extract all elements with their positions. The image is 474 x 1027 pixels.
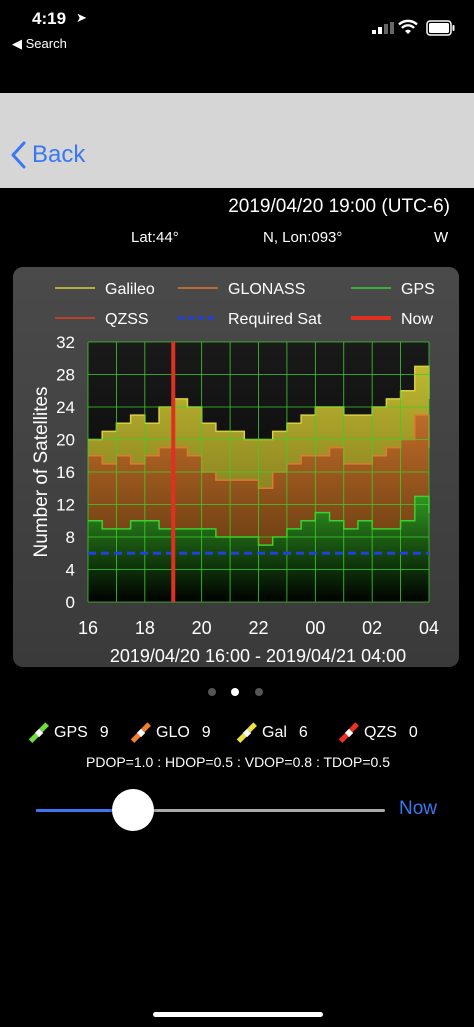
wifi-icon [398, 19, 418, 34]
location-arrow-icon: ➤ [76, 10, 87, 25]
x-tick-label: 20 [192, 618, 212, 638]
sat-name: GLO [156, 724, 190, 741]
page-dot-3[interactable] [255, 688, 263, 696]
back-button-label: Back [32, 141, 86, 168]
sat-name: Gal [262, 724, 287, 741]
y-tick-label: 16 [56, 463, 75, 482]
legend-label: Required Sat [228, 311, 322, 328]
y-axis-label: Number of Satellites [31, 386, 52, 557]
sat-name: GPS [54, 724, 88, 741]
home-indicator [153, 1012, 323, 1017]
satellite-chart: Galileo GLONASS GPSQZSS Required Sat Now 048… [31, 281, 439, 666]
sat-name: QZS [364, 724, 397, 741]
now-button[interactable]: Now [399, 798, 437, 820]
legend-label: Now [401, 311, 433, 328]
date-time-label: 2019/04/20 19:00 (UTC-6) [228, 196, 450, 217]
x-tick-label: 16 [78, 618, 98, 638]
satellite-icon [130, 722, 151, 743]
legend-label: QZSS [105, 311, 149, 328]
latitude-label: Lat:44° [131, 229, 179, 246]
status-time: 4:19 [32, 9, 67, 28]
y-tick-label: 24 [56, 398, 75, 417]
back-button[interactable]: Back [10, 137, 85, 173]
sat-count-glo: GLO 9 [130, 722, 211, 744]
time-slider-thumb[interactable] [112, 789, 154, 831]
sat-count: 9 [201, 724, 211, 741]
longitude-label: N, Lon:093° [263, 229, 343, 246]
battery-icon [426, 20, 455, 36]
x-tick-label: 02 [362, 618, 382, 638]
sat-count-gps: GPS 9 [28, 722, 109, 744]
legend-label: GLONASS [228, 281, 305, 298]
x-tick-label: 18 [135, 618, 155, 638]
sat-count: 6 [298, 724, 308, 741]
chevron-left-icon [11, 141, 26, 169]
legend-label: Galileo [105, 281, 155, 298]
sat-count-qzs: QZS 0 [338, 722, 418, 744]
y-tick-label: 20 [56, 431, 75, 450]
satellite-icon [338, 722, 359, 743]
longitude-direction: W [434, 229, 449, 246]
sat-count: 9 [99, 724, 109, 741]
page-dot-2-active[interactable] [231, 688, 239, 696]
cell-signal-icon [372, 22, 394, 34]
y-tick-label: 28 [56, 366, 75, 385]
y-tick-label: 4 [66, 561, 75, 580]
x-tick-label: 04 [419, 618, 439, 638]
satellite-icon [28, 722, 49, 743]
x-tick-label: 22 [248, 618, 268, 638]
dop-values: PDOP=1.0 : HDOP=0.5 : VDOP=0.8 : TDOP=0.… [86, 754, 390, 770]
x-axis-label: 2019/04/20 16:00 - 2019/04/21 04:00 [110, 646, 406, 666]
y-tick-label: 32 [56, 333, 75, 352]
chart-legend: Galileo GLONASS GPS QZSS Required Sat Now [55, 281, 435, 328]
satellite-chart-panel[interactable]: Galileo GLONASS GPS QZSS Required Sat Now 048… [13, 267, 459, 667]
back-to-app-link[interactable]: ◀ Search [12, 36, 67, 52]
y-tick-label: 8 [66, 528, 75, 547]
x-tick-label: 00 [305, 618, 325, 638]
sat-count: 0 [408, 724, 418, 741]
page-dot-1[interactable] [208, 688, 216, 696]
satellite-icon [236, 722, 257, 743]
y-tick-label: 0 [66, 593, 75, 612]
legend-label: GPS [401, 281, 435, 298]
y-tick-label: 12 [56, 496, 75, 515]
sat-count-gal: Gal 6 [236, 722, 308, 744]
